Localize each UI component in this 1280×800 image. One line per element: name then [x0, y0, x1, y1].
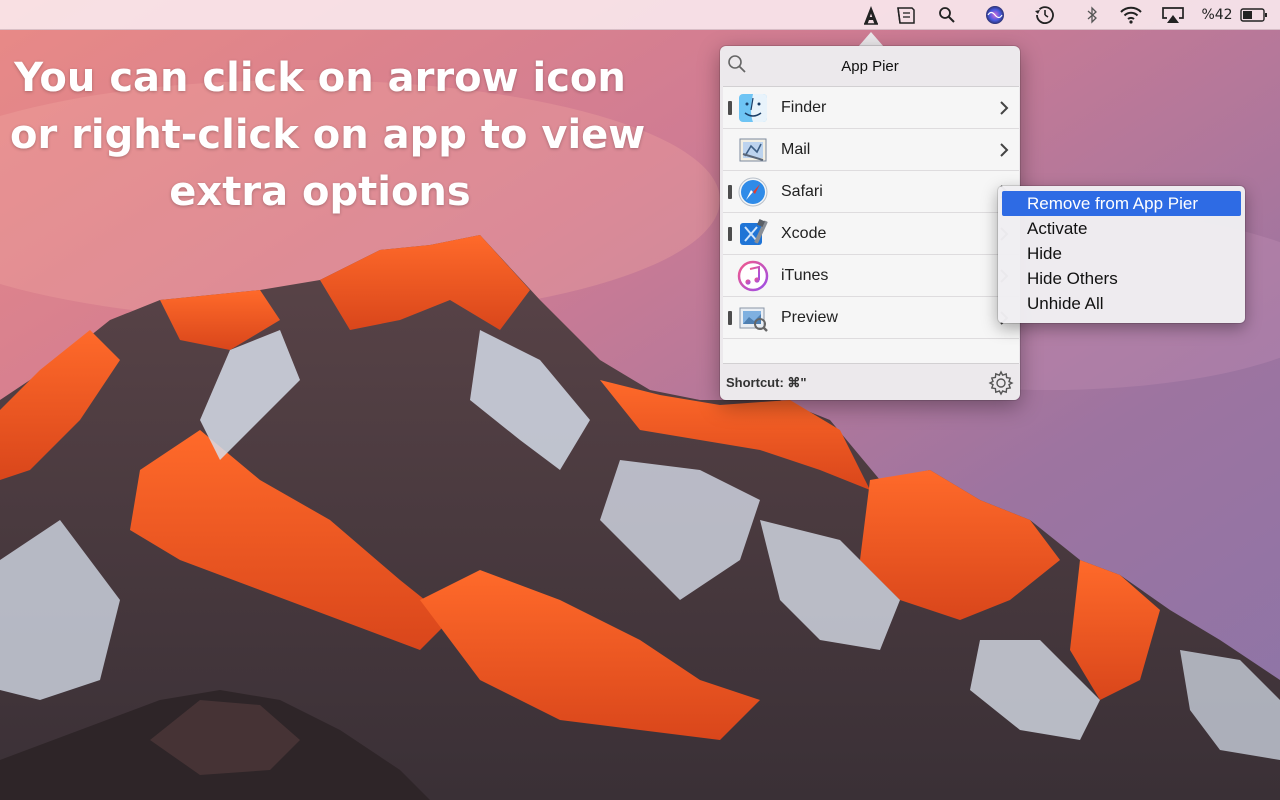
- app-name: Xcode: [781, 225, 827, 242]
- gear-icon[interactable]: [988, 370, 1014, 396]
- running-indicator: [728, 185, 732, 199]
- app-row-finder[interactable]: Finder: [723, 87, 1019, 129]
- running-indicator: [728, 101, 732, 115]
- app-name: Finder: [781, 99, 827, 116]
- running-indicator: [728, 227, 732, 241]
- app-list: Finder Mail Safari Xcode iTunes Preview: [723, 86, 1019, 364]
- battery-icon[interactable]: [1238, 0, 1270, 29]
- battery-percentage: %42: [1198, 0, 1236, 29]
- app-pier-icon[interactable]: [858, 0, 884, 29]
- app-notes-icon[interactable]: [892, 0, 920, 29]
- menu-item-hide-others[interactable]: Hide Others: [1002, 266, 1241, 291]
- app-row-preview[interactable]: Preview: [723, 297, 1019, 339]
- caption-line: You can click on arrow icon: [14, 55, 626, 101]
- itunes-icon: [737, 260, 769, 292]
- app-name: iTunes: [781, 267, 829, 284]
- app-row-mail[interactable]: Mail: [723, 129, 1019, 171]
- chevron-right-icon[interactable]: [999, 142, 1009, 158]
- menu-item-activate[interactable]: Activate: [1002, 216, 1241, 241]
- menu-item-hide[interactable]: Hide: [1002, 241, 1241, 266]
- app-name: Mail: [781, 141, 811, 158]
- time-machine-icon[interactable]: [1030, 0, 1058, 29]
- bluetooth-icon[interactable]: [1082, 0, 1102, 29]
- running-indicator: [728, 311, 732, 325]
- spotlight-search-icon[interactable]: [934, 0, 960, 29]
- app-pier-popover: App Pier Finder Mail Safari Xcode iTunes…: [720, 46, 1020, 400]
- caption-line: extra options: [169, 169, 471, 215]
- app-context-menu: Remove from App Pier Activate Hide Hide …: [998, 186, 1245, 323]
- app-name: Preview: [781, 309, 838, 326]
- caption-line: or right-click on app to view: [10, 112, 646, 158]
- promo-caption: You can click on arrow icon or right-cli…: [10, 50, 646, 221]
- app-row-safari[interactable]: Safari: [723, 171, 1019, 213]
- popover-footer: Shortcut: ⌘": [720, 364, 1020, 400]
- wifi-icon[interactable]: [1116, 0, 1146, 29]
- siri-icon[interactable]: [982, 0, 1008, 29]
- shortcut-label: Shortcut: ⌘": [726, 375, 807, 390]
- menu-bar: %42: [0, 0, 1280, 30]
- airplay-icon[interactable]: [1158, 0, 1188, 29]
- chevron-right-icon[interactable]: [999, 100, 1009, 116]
- app-row-itunes[interactable]: iTunes: [723, 255, 1019, 297]
- popover-title: App Pier: [841, 58, 899, 75]
- menu-item-unhide-all[interactable]: Unhide All: [1002, 291, 1241, 316]
- app-name: Safari: [781, 183, 823, 200]
- mail-icon: [739, 138, 767, 162]
- xcode-icon: [740, 219, 768, 245]
- popover-arrow: [858, 32, 884, 47]
- battery-text: %42: [1201, 6, 1233, 23]
- app-row-xcode[interactable]: Xcode: [723, 213, 1019, 255]
- popover-header: App Pier: [720, 46, 1020, 86]
- menu-item-remove-from-app-pier[interactable]: Remove from App Pier: [1002, 191, 1241, 216]
- finder-icon: [739, 94, 767, 122]
- safari-icon: [738, 177, 768, 207]
- preview-icon: [739, 307, 768, 332]
